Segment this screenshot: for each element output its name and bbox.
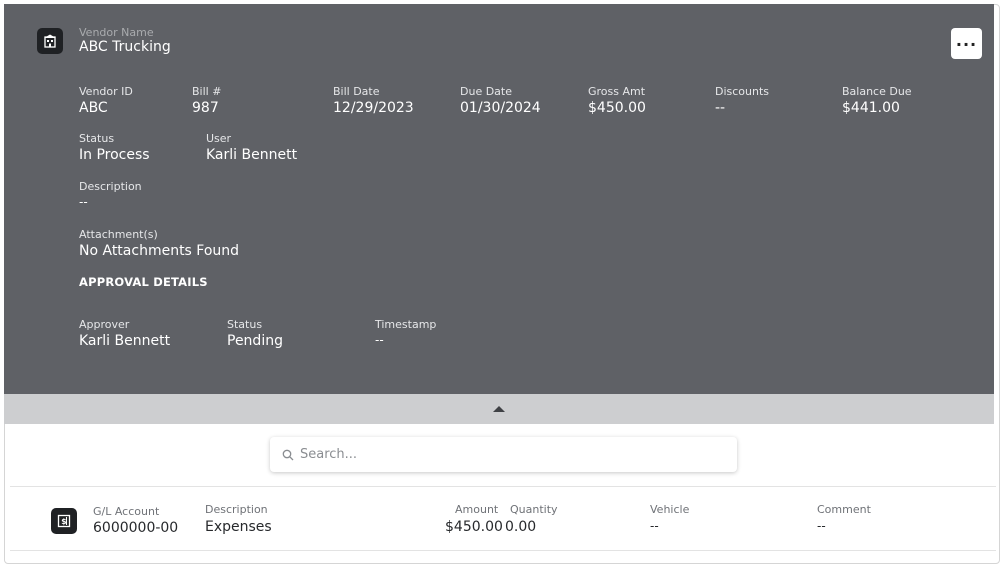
- collapse-header-toggle[interactable]: [4, 394, 994, 424]
- gross-amount-value: $450.00: [588, 100, 646, 116]
- line-description-label: Description: [205, 503, 268, 516]
- bill-number-label: Bill #: [192, 85, 222, 98]
- approver-value: Karli Bennett: [79, 333, 171, 349]
- approval-status-value: Pending: [227, 333, 283, 349]
- bill-date-value: 12/29/2023: [333, 100, 414, 116]
- more-dots-icon: ...: [955, 30, 978, 50]
- description-label: Description: [79, 180, 142, 193]
- approval-details-title: APPROVAL DETAILS: [79, 275, 208, 289]
- more-options-button[interactable]: ...: [951, 28, 982, 59]
- amount-value: $450.00: [445, 519, 503, 535]
- line-description-value: Expenses: [205, 519, 272, 535]
- search-icon: [282, 449, 294, 460]
- approval-status-label: Status: [227, 318, 263, 331]
- amount-label: Amount: [455, 503, 499, 516]
- status-value: In Process: [79, 147, 150, 163]
- search-input[interactable]: [300, 447, 720, 462]
- attachments-label: Attachment(s): [79, 228, 158, 241]
- balance-due-label: Balance Due: [842, 85, 912, 98]
- vendor-name: ABC Trucking: [79, 39, 171, 55]
- gl-account-label: G/L Account: [93, 505, 160, 518]
- list-top-divider: [10, 486, 996, 487]
- vehicle-value: --: [650, 519, 659, 533]
- gl-account-value: 6000000-00: [93, 520, 179, 536]
- vendor-name-label: Vendor Name: [79, 26, 154, 39]
- vendor-id-label: Vendor ID: [79, 85, 133, 98]
- discounts-label: Discounts: [715, 85, 770, 98]
- gl-account-icon: $: [51, 508, 77, 534]
- timestamp-value: --: [375, 333, 384, 347]
- quantity-value: 0.00: [505, 519, 537, 535]
- gross-amount-label: Gross Amt: [588, 85, 646, 98]
- chevron-up-icon: [493, 406, 505, 412]
- status-label: Status: [79, 132, 115, 145]
- bill-number-value: 987: [192, 100, 219, 116]
- balance-due-value: $441.00: [842, 100, 900, 116]
- timestamp-label: Timestamp: [375, 318, 437, 331]
- list-bottom-divider: [10, 550, 996, 551]
- building-icon: [37, 28, 63, 54]
- due-date-label: Due Date: [460, 85, 512, 98]
- bill-date-label: Bill Date: [333, 85, 380, 98]
- quantity-label: Quantity: [510, 503, 558, 516]
- discounts-value: --: [715, 100, 726, 116]
- due-date-value: 01/30/2024: [460, 100, 541, 116]
- description-value: --: [79, 195, 88, 209]
- svg-text:$: $: [61, 517, 66, 526]
- vendor-id-value: ABC: [79, 100, 108, 116]
- approver-label: Approver: [79, 318, 130, 331]
- search-box[interactable]: [270, 437, 737, 472]
- user-label: User: [206, 132, 232, 145]
- comment-label: Comment: [817, 503, 871, 516]
- vehicle-label: Vehicle: [650, 503, 690, 516]
- attachments-value: No Attachments Found: [79, 243, 240, 259]
- comment-value: --: [817, 519, 826, 533]
- bill-header-panel: Vendor Name ABC Trucking ... Vendor ID A…: [4, 4, 994, 394]
- user-value: Karli Bennett: [206, 147, 298, 163]
